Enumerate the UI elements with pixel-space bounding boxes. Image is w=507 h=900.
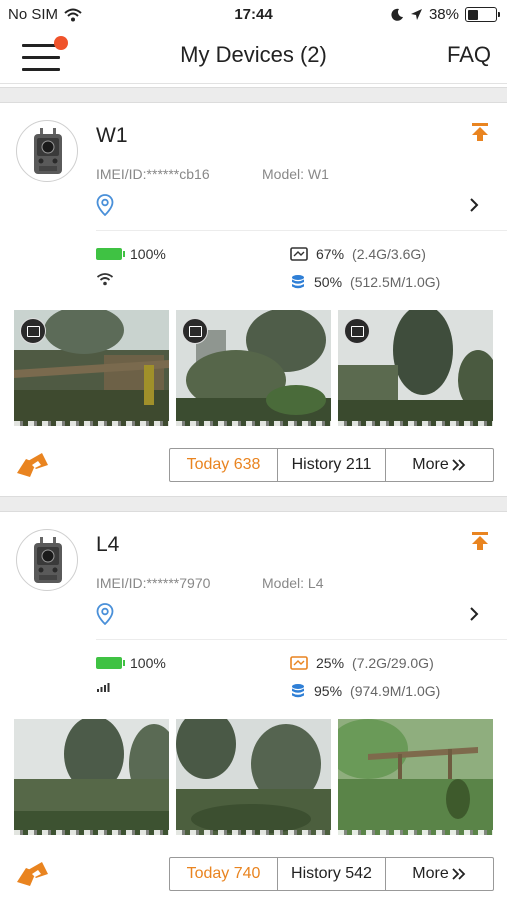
- moon-icon: [391, 8, 403, 21]
- today-button[interactable]: Today 740: [170, 858, 278, 890]
- chevron-right-icon[interactable]: [467, 605, 481, 623]
- photo-thumbnails: [14, 310, 494, 426]
- trail-camera-icon: [34, 537, 62, 583]
- battery-icon: [465, 7, 500, 22]
- device-name: L4: [96, 533, 120, 556]
- camera-avatar: [16, 120, 78, 182]
- sd-card-status: 25% (7.2G/29.0G): [290, 655, 434, 671]
- trail-camera-icon: [34, 128, 62, 174]
- photo-thumbnail[interactable]: [14, 310, 169, 426]
- battery-status: 100%: [96, 655, 166, 671]
- photo-stamp: [338, 830, 493, 835]
- location-pin-icon[interactable]: [96, 194, 114, 216]
- photo-stamp: [14, 421, 169, 426]
- battery-full-icon: [96, 657, 125, 669]
- faq-button[interactable]: FAQ: [447, 42, 491, 68]
- photo-badge-icon: [20, 318, 46, 344]
- today-button[interactable]: Today 638: [170, 449, 278, 481]
- photo-filter-buttons: Today 740 History 542 More: [169, 857, 494, 891]
- photo-stamp: [14, 830, 169, 835]
- photo-stamp: [176, 830, 331, 835]
- photo-filter-buttons: Today 638 History 211 More: [169, 448, 494, 482]
- section-gap: [0, 496, 507, 512]
- photo-thumbnail[interactable]: [176, 719, 331, 835]
- divider: [96, 230, 507, 231]
- photo-image: [14, 719, 169, 835]
- sd-card-status: 67% (2.4G/3.6G): [290, 246, 426, 262]
- double-chevron-right-icon: [452, 868, 465, 880]
- photo-badge-icon: [182, 318, 208, 344]
- photo-thumbnails: [14, 719, 494, 835]
- data-usage-value: 50%: [314, 274, 343, 290]
- sd-card-value: 67%: [316, 246, 345, 262]
- device-model: Model: W1: [262, 166, 329, 182]
- more-label: More: [412, 865, 449, 882]
- photo-thumbnail[interactable]: [338, 719, 493, 835]
- location-pin-icon[interactable]: [96, 603, 114, 625]
- status-bar: No SIM 17:44 38%: [0, 0, 507, 30]
- signal-status: [96, 272, 114, 286]
- sd-card-detail: (2.4G/3.6G): [352, 246, 426, 262]
- battery-status: 100%: [96, 246, 166, 262]
- chevron-right-icon[interactable]: [467, 196, 481, 214]
- device-imei: IMEI/ID:******7970: [96, 575, 211, 591]
- photo-badge-icon: [344, 318, 370, 344]
- location-arrow-icon: [410, 9, 422, 20]
- data-usage-value: 95%: [314, 683, 343, 699]
- share-icon[interactable]: [14, 860, 52, 888]
- pin-to-top-icon[interactable]: [471, 122, 489, 142]
- database-icon: [292, 684, 304, 698]
- sd-card-value: 25%: [316, 655, 345, 671]
- photo-stamp: [338, 421, 493, 426]
- menu-icon-line: [22, 68, 60, 71]
- history-button[interactable]: History 211: [278, 449, 386, 481]
- device-model: Model: L4: [262, 575, 324, 591]
- photo-image: [338, 719, 493, 835]
- camera-avatar: [16, 529, 78, 591]
- status-right-group: 38%: [391, 6, 500, 23]
- sd-card-icon: [290, 247, 308, 261]
- device-card[interactable]: L4 IMEI/ID:******7970 Model: L4 100% 25%…: [0, 513, 507, 895]
- page-title: My Devices (2): [180, 42, 327, 67]
- battery-percent: 38%: [428, 6, 459, 23]
- photo-thumbnail[interactable]: [176, 310, 331, 426]
- more-button[interactable]: More: [386, 858, 493, 890]
- device-imei: IMEI/ID:******cb16: [96, 166, 210, 182]
- device-name: W1: [96, 124, 128, 147]
- photo-stamp: [176, 421, 331, 426]
- data-usage-status: 50% (512.5M/1.0G): [290, 274, 440, 290]
- sd-card-icon: [290, 656, 308, 670]
- pin-to-top-icon[interactable]: [471, 531, 489, 551]
- share-icon[interactable]: [14, 451, 52, 479]
- photo-thumbnail[interactable]: [338, 310, 493, 426]
- cell-signal-icon: [97, 683, 110, 692]
- photo-image: [176, 719, 331, 835]
- data-usage-detail: (974.9M/1.0G): [350, 683, 441, 699]
- battery-full-icon: [96, 248, 125, 260]
- nav-bar: My Devices (2) FAQ: [0, 30, 507, 84]
- battery-value: 100%: [130, 246, 166, 262]
- section-gap: [0, 87, 507, 103]
- data-usage-detail: (512.5M/1.0G): [350, 274, 441, 290]
- more-button[interactable]: More: [386, 449, 493, 481]
- divider: [96, 639, 507, 640]
- sd-card-detail: (7.2G/29.0G): [352, 655, 434, 671]
- history-button[interactable]: History 542: [278, 858, 386, 890]
- database-icon: [292, 275, 304, 289]
- battery-value: 100%: [130, 655, 166, 671]
- data-usage-status: 95% (974.9M/1.0G): [290, 683, 440, 699]
- device-card[interactable]: W1 IMEI/ID:******cb16 Model: W1 100% 67%…: [0, 104, 507, 486]
- more-label: More: [412, 456, 449, 473]
- battery-fill: [467, 9, 478, 20]
- wifi-icon: [96, 273, 114, 286]
- double-chevron-right-icon: [452, 459, 465, 471]
- signal-status: [96, 681, 112, 693]
- photo-thumbnail[interactable]: [14, 719, 169, 835]
